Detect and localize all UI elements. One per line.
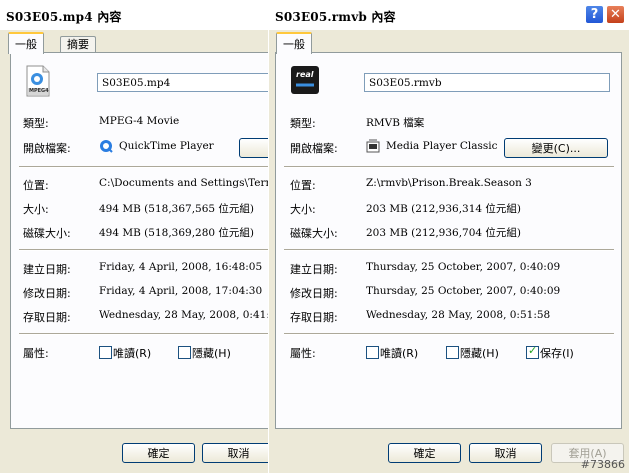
real-icon-label: real [296, 70, 314, 79]
type-label: 類型: [23, 117, 49, 130]
modified-value: Thursday, 25 October, 2007, 0:40:09 [366, 285, 561, 297]
separator [284, 333, 614, 335]
disk-size-value: 494 MB (518,369,280 位元組) [99, 227, 255, 239]
attributes-label: 屬性: [290, 347, 316, 360]
created-label: 建立日期: [290, 263, 338, 276]
hidden-checkbox[interactable] [178, 346, 191, 359]
accessed-value: Wednesday, 28 May, 2008, 0:41:07 [99, 309, 269, 321]
archive-checkbox[interactable]: ✓ [526, 344, 539, 359]
readonly-checkbox[interactable] [366, 346, 379, 359]
ok-button[interactable]: 確定 [122, 443, 195, 463]
readonly-label[interactable]: 唯讀(R) [113, 345, 151, 361]
opens-with-label: 開啟檔案: [290, 142, 338, 155]
accessed-value: Wednesday, 28 May, 2008, 0:51:58 [366, 309, 551, 321]
location-label: 位置: [23, 179, 49, 192]
location-value: Z:\rmvb\Prison.Break.Season 3 [366, 177, 532, 189]
media-player-classic-icon [366, 139, 380, 153]
properties-dialog-rmvb: S03E05.rmvb 內容 ? ✕ 一般 real S03E05.rmvb 類… [268, 0, 629, 473]
created-label: 建立日期: [23, 263, 71, 276]
created-value: Friday, 4 April, 2008, 16:48:05 [99, 261, 263, 273]
help-icon[interactable]: ? [585, 5, 604, 24]
accessed-label: 存取日期: [23, 311, 71, 324]
real-file-icon: real [290, 65, 320, 95]
location-label: 位置: [290, 179, 316, 192]
modified-value: Friday, 4 April, 2008, 17:04:30 [99, 285, 263, 297]
opens-with-value: QuickTime Player [119, 140, 214, 152]
size-value: 203 MB (212,936,314 位元組) [366, 203, 522, 215]
archive-label[interactable]: 保存(I) [540, 345, 574, 361]
change-program-button[interactable]: 變更(C)... [504, 138, 608, 158]
type-value: RMVB 檔案 [366, 117, 425, 129]
readonly-label[interactable]: 唯讀(R) [380, 345, 418, 361]
size-value: 494 MB (518,367,565 位元組) [99, 203, 255, 215]
mp4-file-icon: MPEG4 [25, 65, 51, 97]
tab-strip: 一般 摘要 [0, 30, 268, 54]
type-label: 類型: [290, 117, 316, 130]
cancel-button[interactable]: 取消 [202, 443, 268, 463]
size-label: 大小: [290, 203, 316, 216]
hidden-label[interactable]: 隱藏(H) [192, 345, 231, 361]
general-panel: MPEG4 S03E05.mp4 類型: MPEG-4 Movie 開啟檔案: … [10, 52, 269, 429]
filename-input[interactable]: S03E05.rmvb [364, 73, 610, 92]
disk-size-value: 203 MB (212,936,704 位元組) [366, 227, 522, 239]
modified-label: 修改日期: [23, 287, 71, 300]
modified-label: 修改日期: [290, 287, 338, 300]
general-panel: real S03E05.rmvb 類型: RMVB 檔案 開啟檔案: Media… [275, 52, 622, 429]
title-bar[interactable]: S03E05.rmvb 內容 ? ✕ [269, 0, 629, 30]
separator [284, 166, 614, 168]
ok-button[interactable]: 確定 [388, 443, 461, 463]
disk-size-label: 磁碟大小: [23, 227, 71, 240]
tab-general[interactable]: 一般 [276, 32, 312, 54]
close-icon[interactable]: ✕ [606, 5, 625, 24]
type-value: MPEG-4 Movie [99, 115, 180, 127]
size-label: 大小: [23, 203, 49, 216]
tab-summary[interactable]: 摘要 [60, 36, 96, 53]
opens-with-label: 開啟檔案: [23, 142, 71, 155]
created-value: Thursday, 25 October, 2007, 0:40:09 [366, 261, 561, 273]
watermark: #73866 [580, 458, 625, 471]
hidden-label[interactable]: 隱藏(H) [460, 345, 499, 361]
hidden-checkbox[interactable] [446, 346, 459, 359]
separator [284, 249, 614, 251]
dialog-title: S03E05.mp4 內容 [6, 10, 122, 24]
checkmark-icon: ✓ [528, 344, 538, 357]
properties-dialog-mp4: S03E05.mp4 內容 一般 摘要 MPEG4 S03E05.mp4 類型:… [0, 0, 269, 473]
title-bar[interactable]: S03E05.mp4 內容 [0, 0, 268, 30]
filename-input[interactable]: S03E05.mp4 [97, 73, 268, 92]
tab-general[interactable]: 一般 [8, 32, 44, 54]
separator [19, 249, 268, 251]
separator [19, 166, 268, 168]
readonly-checkbox[interactable] [99, 346, 112, 359]
accessed-label: 存取日期: [290, 311, 338, 324]
separator [19, 333, 268, 335]
change-program-button[interactable] [239, 138, 268, 158]
attributes-label: 屬性: [23, 347, 49, 360]
quicktime-icon [99, 139, 113, 153]
cancel-button[interactable]: 取消 [469, 443, 542, 463]
mp4-icon-label: MPEG4 [29, 88, 49, 94]
tab-strip: 一般 [269, 30, 629, 54]
location-value: C:\Documents and Settings\Terry\My [99, 177, 268, 189]
opens-with-value: Media Player Classic [386, 140, 498, 152]
disk-size-label: 磁碟大小: [290, 227, 338, 240]
dialog-title: S03E05.rmvb 內容 [275, 10, 396, 24]
